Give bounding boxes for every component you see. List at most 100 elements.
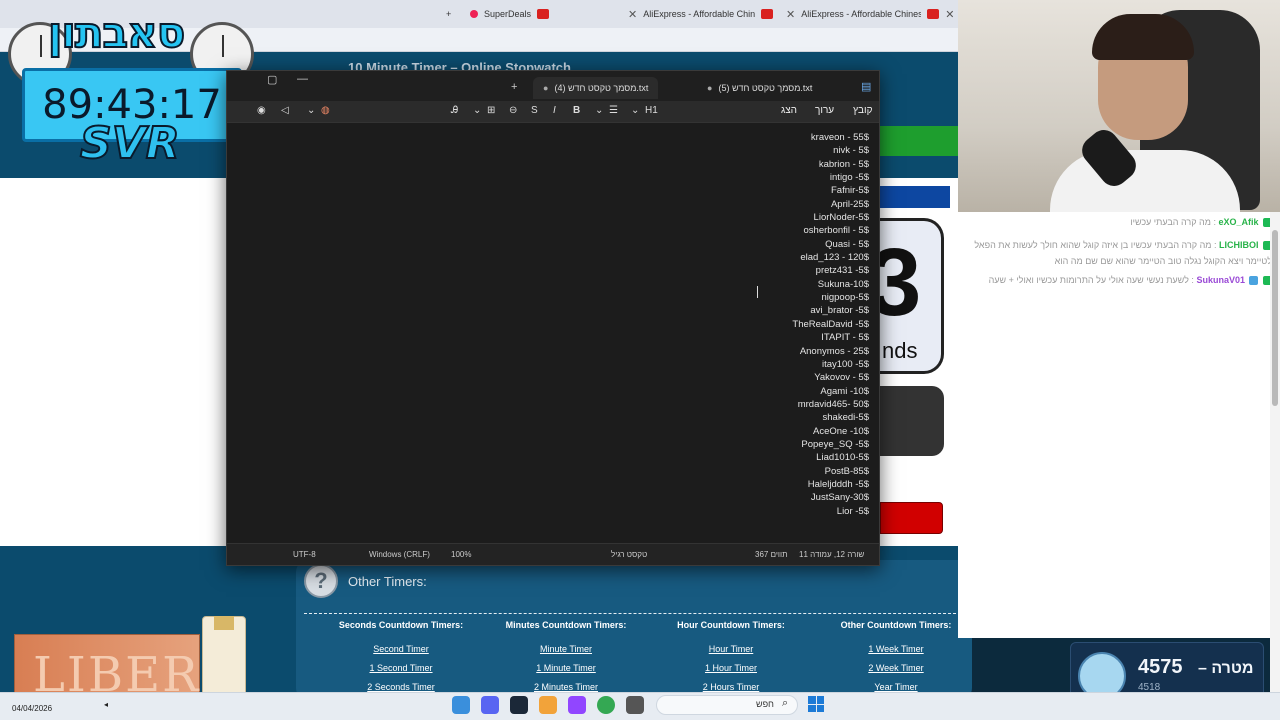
column-heading: Other Countdown Timers: xyxy=(840,620,952,630)
webcam-person-hair xyxy=(1092,14,1194,60)
text-line: TheRealDavid -5$ xyxy=(792,318,869,330)
timer-link[interactable]: 1 Second Timer xyxy=(316,663,486,673)
ai-icon[interactable]: ◉ xyxy=(257,105,266,116)
text-line: kabrion - 5$ xyxy=(818,158,869,170)
browser-tab[interactable]: ✕ AliExpress - Affordable Chinese ✕ xyxy=(786,4,956,24)
notepad-editor[interactable]: kraveon - 55$ nivk - 5$ kabrion - 5$ intigo… xyxy=(227,123,879,545)
timer-column-other: Other Countdown Timers: 1 Week Timer 2 W… xyxy=(811,620,981,701)
link-icon[interactable]: ⊖ xyxy=(509,105,517,116)
chevron-down-icon[interactable]: ⌄ xyxy=(307,105,315,116)
clear-format-icon[interactable]: Ꭿ xyxy=(451,105,458,116)
menu-view[interactable]: הצג xyxy=(781,105,797,116)
webcam-person-body xyxy=(1050,150,1240,220)
text-line: Anonymos - 25$ xyxy=(799,345,869,357)
notepad-tab[interactable]: ● מסמך טקסט חדש (5).txt xyxy=(697,77,822,99)
text-line: avi_brator -5$ xyxy=(810,305,869,317)
timer-link[interactable]: 1 Hour Timer xyxy=(646,663,816,673)
chevron-down-icon[interactable]: ⌄ xyxy=(631,105,639,116)
text-line: LiorNoder-5$ xyxy=(813,212,869,224)
close-icon[interactable]: ✕ xyxy=(786,8,795,21)
timer-link[interactable]: 2 Minutes Timer xyxy=(481,682,651,692)
timer-link[interactable]: Hour Timer xyxy=(646,644,816,654)
search-input[interactable] xyxy=(656,695,798,715)
maximize-icon[interactable]: ▢ xyxy=(267,73,277,86)
browser-tab[interactable]: SuperDeals xyxy=(470,4,610,24)
text-line: Sukuna-10$ xyxy=(817,278,869,290)
app-icon[interactable] xyxy=(539,696,557,714)
column-heading: Minutes Countdown Timers: xyxy=(505,620,627,630)
text-line: shakedi-5$ xyxy=(822,412,869,424)
overlay-tag: SVR xyxy=(79,117,181,170)
start-button[interactable] xyxy=(880,126,958,156)
text-line: Agami -10$ xyxy=(820,385,869,397)
tag-icon[interactable]: ◁ xyxy=(281,105,289,116)
close-icon[interactable]: ✕ xyxy=(628,8,637,21)
menu-edit[interactable]: ערוך xyxy=(815,105,834,116)
tab-dot-icon: ● xyxy=(543,83,549,93)
tab-favicon-icon xyxy=(470,10,478,18)
notepad-taskbar-icon[interactable] xyxy=(452,696,470,714)
chevron-down-icon[interactable]: ⌄ xyxy=(595,105,603,116)
list-icon[interactable]: ☰ xyxy=(609,105,618,116)
timer-link[interactable]: Minute Timer xyxy=(481,644,651,654)
task-view-icon[interactable] xyxy=(626,696,644,714)
text-line: elad_123 - 120$ xyxy=(800,252,869,264)
text-line: nivk - 5$ xyxy=(833,145,869,157)
close-window-icon[interactable]: ✕ xyxy=(945,8,954,21)
tab-dot-icon: ● xyxy=(707,83,713,93)
timer-link[interactable]: 1 Week Timer xyxy=(811,644,981,654)
timer-column-seconds: Seconds Countdown Timers: Second Timer 1… xyxy=(316,620,486,701)
new-tab-button[interactable]: + xyxy=(446,4,451,24)
browser-tab[interactable]: ✕ AliExpress - Affordable Chinese xyxy=(628,4,788,24)
bold-button[interactable]: B xyxy=(573,105,580,116)
timer-link[interactable]: 2 Hours Timer xyxy=(646,682,816,692)
tab-label: AliExpress - Affordable Chinese xyxy=(643,9,756,19)
timer-link[interactable]: Second Timer xyxy=(316,644,486,654)
text-line: Fafnir-5$ xyxy=(830,185,869,197)
discord-icon[interactable] xyxy=(481,696,499,714)
minimize-icon[interactable]: — xyxy=(297,73,308,85)
chat-text: לשעת נעשי שעה אולי על התרומות עכשיו ואול… xyxy=(988,275,1189,285)
text-line: PostB-85$ xyxy=(824,465,869,477)
italic-button[interactable]: I xyxy=(553,105,556,116)
heading-button[interactable]: H1 xyxy=(645,105,658,116)
menu-file[interactable]: קובץ xyxy=(853,105,873,116)
chevron-down-icon[interactable]: ⌄ xyxy=(473,105,481,116)
text-line: pretz431 -5$ xyxy=(815,265,869,277)
other-timers-title: Other Timers: xyxy=(348,574,427,589)
notepad-tab-active[interactable]: ● מסמך טקסט חדש (4).txt xyxy=(533,77,659,99)
site-panel-left xyxy=(0,178,226,546)
chat-username: LICHIBOI xyxy=(1218,240,1259,250)
timer-link[interactable]: Year Timer xyxy=(811,682,981,692)
search-icon: ⌕ xyxy=(782,697,789,709)
windows-start-icon[interactable] xyxy=(808,696,824,712)
text-line: osherbonfil - 5$ xyxy=(803,225,869,237)
chrome-icon[interactable] xyxy=(597,696,615,714)
tab-label: AliExpress - Affordable Chinese xyxy=(801,9,922,19)
timer-link[interactable]: 2 Week Timer xyxy=(811,663,981,673)
timer-link[interactable]: 2 Seconds Timer xyxy=(316,682,486,692)
text-line: JustSany-30$ xyxy=(810,492,869,504)
text-cursor-icon xyxy=(757,286,763,298)
text-line: intigo -5$ xyxy=(829,172,869,184)
text-line: Liad1010-5$ xyxy=(816,452,869,464)
strikethrough-button[interactable]: S xyxy=(531,105,538,116)
search-placeholder: חפש xyxy=(756,699,774,709)
status-encoding: UTF-8 xyxy=(293,550,316,559)
table-icon[interactable]: ⊞ xyxy=(487,105,495,116)
obs-icon[interactable] xyxy=(568,696,586,714)
pause-button[interactable] xyxy=(880,386,944,456)
steam-icon[interactable] xyxy=(510,696,528,714)
tray-item[interactable]: ◂ xyxy=(104,700,108,709)
stop-button[interactable] xyxy=(880,502,943,534)
chat-text: מה קרה הבעתי עכשיו xyxy=(1130,217,1211,227)
new-tab-icon[interactable]: + xyxy=(511,81,517,93)
notepad-app-icon: ▤ xyxy=(861,81,872,93)
screen: + SuperDeals ✕ AliExpress - Affordable C… xyxy=(0,0,1280,720)
chat-scroll-thumb[interactable] xyxy=(1272,230,1278,406)
chat-message: eXO_Afik : מה קרה הבעתי עכשיו xyxy=(972,217,1272,228)
copilot-icon[interactable]: ◍ xyxy=(321,105,330,116)
timer-link[interactable]: 1 Minute Timer xyxy=(481,663,651,673)
status-line-ending: Windows (CRLF) xyxy=(369,550,430,559)
text-line: nigpoop-5$ xyxy=(821,292,869,304)
